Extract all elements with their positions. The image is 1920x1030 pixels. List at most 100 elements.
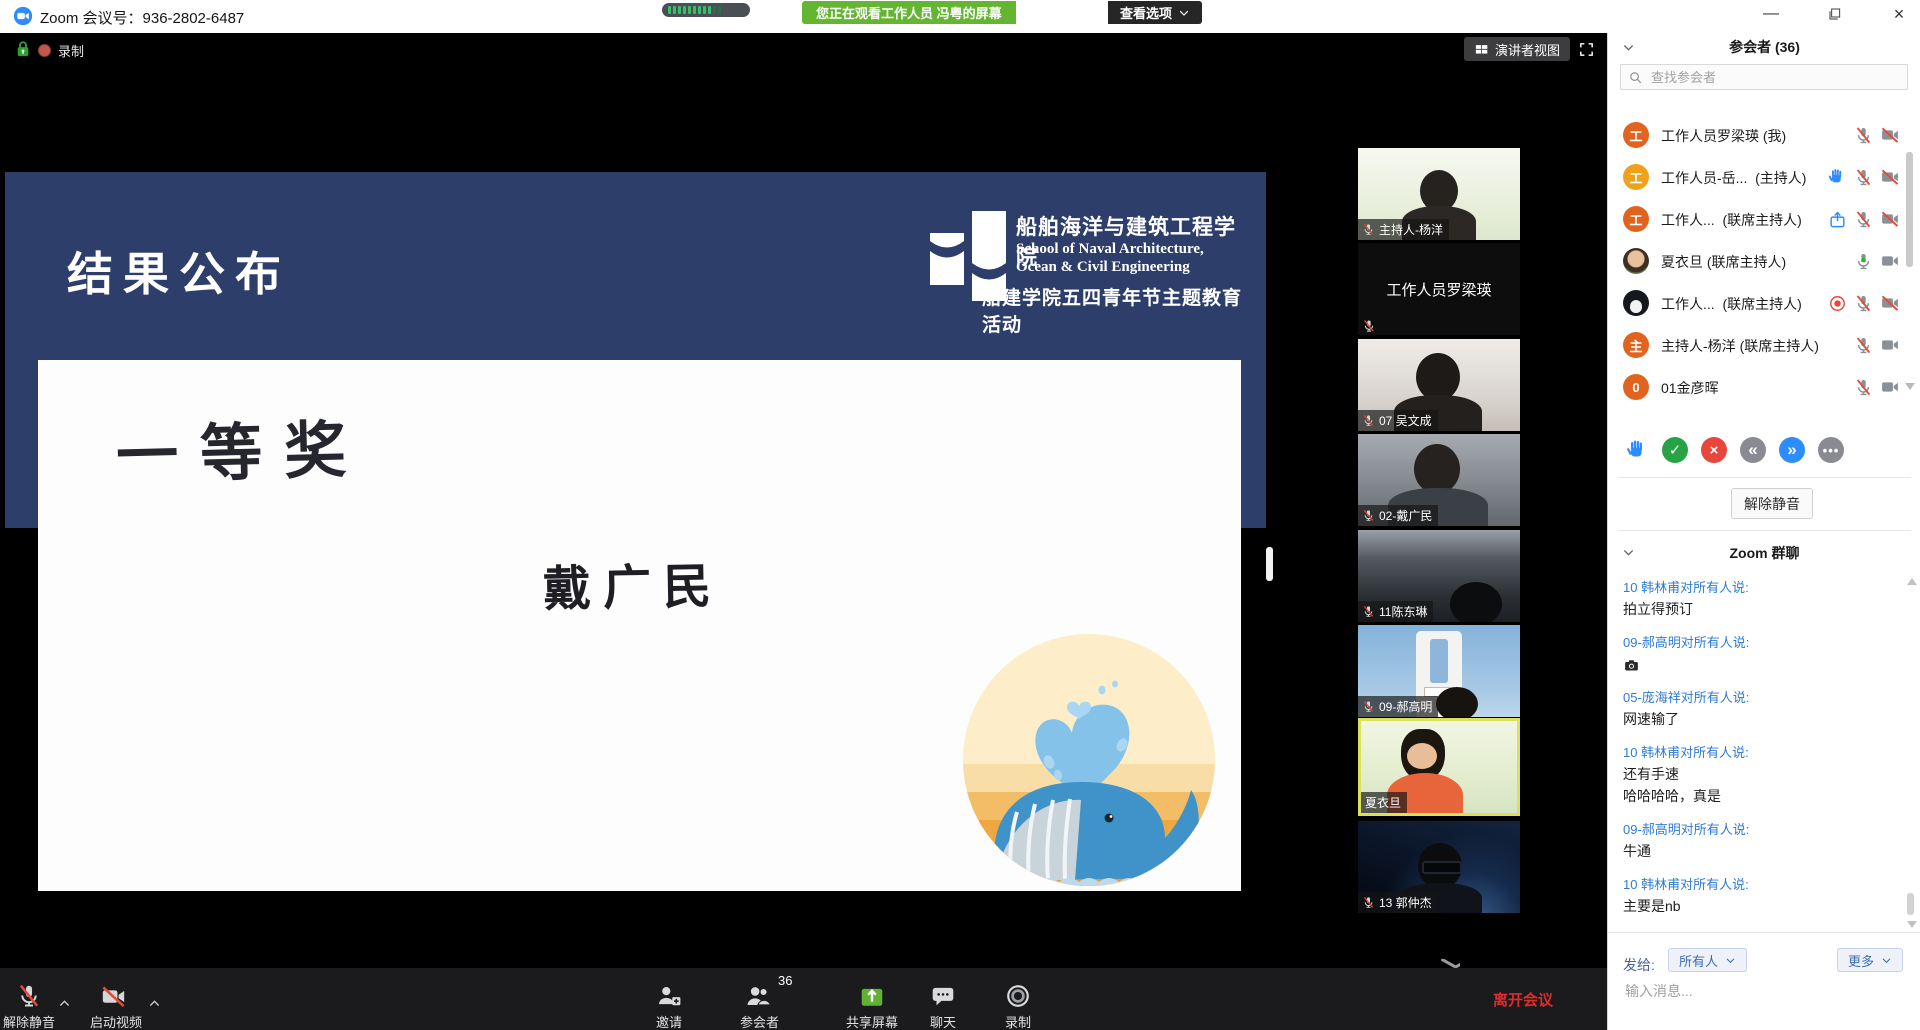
record-icon[interactable] [1005,983,1031,1009]
participant-row[interactable]: 工 工作人员-岳... (主持人) [1608,156,1908,198]
more-label: 更多 [1848,951,1874,970]
chat-scroll-down-arrow[interactable] [1907,921,1917,928]
participants-header: 参会者 (36) [1608,33,1920,59]
view-options-button[interactable]: 查看选项 [1108,1,1202,24]
mic-muted-icon [1854,378,1873,397]
participant-name: 夏衣旦 [1661,254,1703,270]
participant-row[interactable]: 0 01金彦晖 [1608,366,1908,408]
raise-hand-icon[interactable] [1625,438,1649,462]
school-name-en-line2: Ocean & Civil Engineering [1016,259,1190,276]
search-participants-box[interactable] [1620,64,1908,90]
participant-role: (联席主持人) [1722,296,1801,312]
chat-message: 09-郝高明对所有人说: 牛通 [1623,820,1901,862]
leave-meeting-button[interactable]: 离开会议 [1493,989,1553,1010]
chat-icon[interactable] [930,983,956,1009]
start-video-label[interactable]: 启动视频 [90,1012,142,1030]
chat-scrollbar-thumb[interactable] [1907,893,1914,915]
recording-label: 录制 [58,41,84,60]
invite-icon[interactable] [656,983,682,1009]
invite-label[interactable]: 邀请 [656,1012,682,1030]
slide-title: 结果公布 [67,238,291,304]
feedback-yes-icon[interactable]: ✓ [1662,437,1688,463]
grid-view-icon [1474,42,1489,57]
divider [1608,932,1920,933]
school-name-en-line1: School of Naval Architecture, [1016,241,1204,258]
chat-label[interactable]: 聊天 [930,1012,956,1030]
fullscreen-icon[interactable] [1578,41,1595,58]
shared-screen-stage: 录制 演讲者视图 结果公布 船舶海洋与建筑工程学院 School of Nava… [0,33,1607,1030]
video-tile[interactable]: 07 吴文成 [1358,339,1520,431]
mic-muted-icon [1854,126,1873,145]
minimize-button[interactable]: — [1748,0,1794,28]
video-tile[interactable]: 主持人-杨洋 [1358,148,1520,240]
participants-scrollbar-thumb[interactable] [1906,152,1913,267]
unmute-label[interactable]: 解除静音 [3,1012,55,1030]
chat-message: 09-郝高明对所有人说: [1623,633,1901,675]
mic-options-caret[interactable] [58,997,71,1010]
mic-muted-icon [1362,605,1375,618]
video-tile-name: 02-戴广民 [1379,507,1432,524]
send-to-label: 发给: [1623,955,1655,975]
feedback-no-icon[interactable]: × [1701,437,1727,463]
start-video-icon[interactable] [100,983,127,1010]
camera-on-icon [1880,335,1900,355]
mic-muted-icon [1362,509,1375,522]
chat-text: 哈哈哈哈，真是 [1623,785,1901,807]
participant-row[interactable]: 夏衣旦 (联席主持人) [1608,240,1908,282]
chat-text: 还有手速 [1623,763,1901,785]
participants-label[interactable]: 参会者 [740,1012,779,1030]
video-tile-name: 主持人-杨洋 [1379,221,1443,238]
camera-on-icon [1880,377,1900,397]
participant-row[interactable]: 主 主持人-杨洋 (联席主持人) [1608,324,1908,366]
panel-unmute-button[interactable]: 解除静音 [1731,488,1813,519]
maximize-button[interactable] [1812,0,1858,28]
restore-icon [1827,6,1843,22]
school-logo-block: 船舶海洋与建筑工程学院 School of Naval Architecture… [930,205,1245,315]
video-tile-name: 09-郝高明 [1379,698,1432,715]
video-tile[interactable]: 13 郭仲杰 [1358,821,1520,913]
participant-row[interactable]: 工 工作人... (联席主持人) [1608,198,1908,240]
share-screen-icon[interactable] [858,983,886,1011]
camera-off-icon [1880,293,1900,313]
participants-icon[interactable] [745,983,772,1010]
video-tile[interactable]: 工作人员罗梁瑛 [1358,243,1520,335]
window-titlebar: Zoom 会议号：936-2802-6487 您正在观看工作人员 冯粤的屏幕 查… [0,0,1920,33]
video-options-caret[interactable] [148,997,161,1010]
meeting-toolbar: 解除静音 启动视频 邀请 36 参会者 共享屏幕 聊天 录制 离开会议 [0,968,1607,1030]
chat-text: 网速输了 [1623,708,1901,730]
chat-scroll-up-arrow[interactable] [1907,578,1917,585]
shared-screen-scroll-handle[interactable] [1266,547,1273,581]
chat-text: 主要是nb [1623,895,1901,917]
participant-role: (主持人) [1755,170,1806,186]
video-tile[interactable]: 02-戴广民 [1358,434,1520,526]
camera-off-icon [1880,209,1900,229]
search-input[interactable] [1649,69,1883,86]
award-tier-text: 一等奖 [115,399,369,496]
feedback-faster-icon[interactable]: » [1779,437,1805,463]
video-tile[interactable]: 09-郝高明 [1358,625,1520,717]
unmute-mic-icon[interactable] [16,983,42,1009]
speaker-view-button[interactable]: 演讲者视图 [1464,37,1570,61]
close-button[interactable]: × [1876,0,1920,28]
share-screen-label[interactable]: 共享屏幕 [846,1012,898,1030]
participants-scroll-down-arrow[interactable] [1905,383,1915,390]
participant-row[interactable]: 工 工作人员罗梁瑛 (我) [1608,114,1908,156]
mic-on-icon [1854,252,1873,271]
participant-row[interactable]: 工作人... (联席主持人) [1608,282,1908,324]
winner-name-text: 戴广民 [542,546,723,619]
feedback-slower-icon[interactable]: « [1740,437,1766,463]
participant-name: 工作人员罗梁瑛 (我) [1661,126,1786,146]
chat-sender: 10 韩林甫对所有人说: [1623,578,1901,598]
video-tile-name: 夏衣旦 [1365,794,1401,811]
send-to-select[interactable]: 所有人 [1668,948,1747,972]
chat-message-input[interactable] [1623,982,1907,1000]
video-tile[interactable]: 11陈东琳 [1358,530,1520,622]
video-tile-active-speaker[interactable]: 夏衣旦 [1358,718,1520,816]
chat-more-button[interactable]: 更多 [1837,948,1903,972]
mic-muted-icon [1362,896,1375,909]
record-label[interactable]: 录制 [1005,1012,1031,1030]
event-subtitle: 船建学院五四青年节主题教育活动 [982,283,1245,337]
feedback-more-icon[interactable]: ••• [1818,437,1844,463]
mic-muted-icon [1362,223,1375,236]
chat-message: 10 韩林甫对所有人说: 主要是nb [1623,875,1901,917]
